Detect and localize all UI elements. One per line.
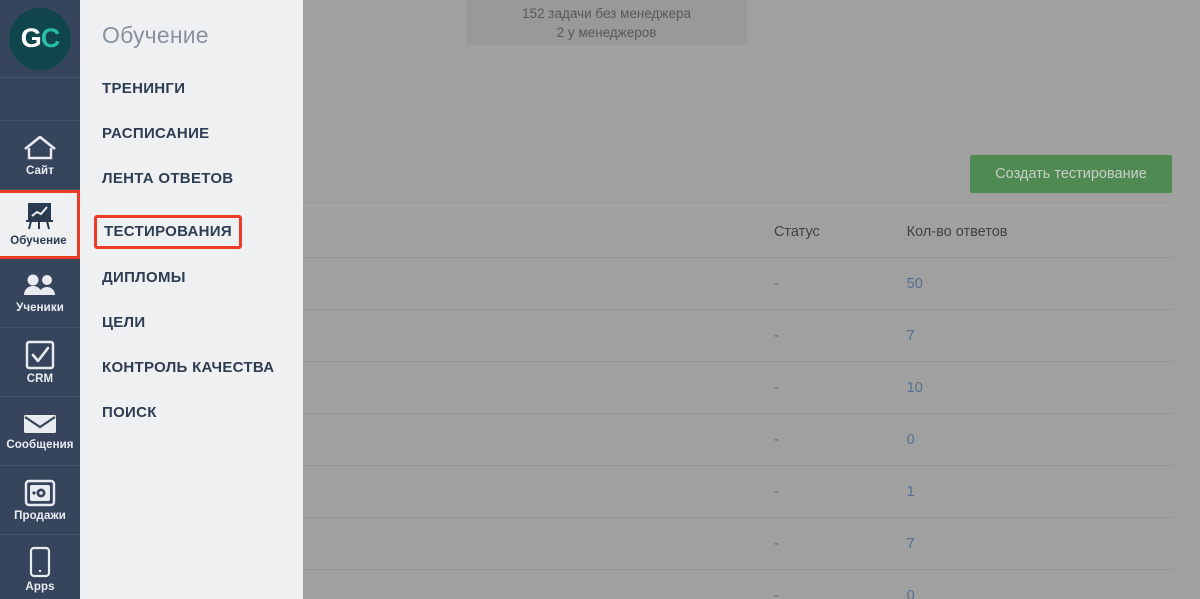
users-icon <box>22 273 58 299</box>
easel-chart-icon <box>22 202 56 232</box>
logo-circle: GC <box>9 7 71 70</box>
logo-letter-g: G <box>20 23 42 53</box>
tasks-notification-badge[interactable]: 152 задачи без менеджера 2 у менеджеров <box>466 0 747 45</box>
logo-letter-c: C <box>40 23 60 53</box>
rail-item-crm[interactable]: CRM <box>0 328 80 397</box>
checkbox-icon <box>25 340 55 370</box>
app-logo[interactable]: GC <box>0 0 80 78</box>
rail-item-label: CRM <box>26 372 54 385</box>
cell-answer-count[interactable]: 7 <box>906 309 1172 362</box>
cell-status: - <box>773 569 907 599</box>
section-menu-panel: Обучение ТРЕНИНГИ РАСПИСАНИЕ ЛЕНТА ОТВЕТОВ… <box>80 0 303 599</box>
phone-icon <box>29 546 51 578</box>
cell-status: - <box>773 361 907 414</box>
primary-nav-rail: GC Сайт Обучение Ученики CRM Сообщения Продаж… <box>0 0 80 599</box>
rail-items-list: Сайт Обучение Ученики CRM Сообщения Продажи Ap… <box>0 121 80 599</box>
cell-answer-count[interactable]: 7 <box>906 517 1172 570</box>
cell-answer-count[interactable]: 1 <box>906 465 1172 518</box>
rail-item-label: Обучение <box>10 235 67 247</box>
cell-status: - <box>773 517 907 570</box>
menu-item-8[interactable]: ПОИСК <box>102 404 157 421</box>
notification-line-managers: 2 у менеджеров <box>556 24 657 40</box>
rail-item-label: Продажи <box>14 509 66 522</box>
rail-item-label: Ученики <box>16 301 64 314</box>
menu-panel-title: Обучение <box>102 22 209 48</box>
notification-line-unassigned: 152 задачи без менеджера <box>521 5 691 21</box>
rail-item-обучение[interactable]: Обучение <box>0 190 80 259</box>
cell-answer-count[interactable]: 10 <box>906 361 1172 414</box>
envelope-icon <box>22 412 58 436</box>
rail-item-ученики[interactable]: Ученики <box>0 259 80 328</box>
cell-status: - <box>773 413 907 466</box>
menu-item-7[interactable]: КОНТРОЛЬ КАЧЕСТВА <box>102 359 274 376</box>
column-header-status[interactable]: Статус <box>773 206 907 258</box>
menu-item-3[interactable]: ЛЕНТА ОТВЕТОВ <box>102 170 233 187</box>
rail-item-сайт[interactable]: Сайт <box>0 121 80 190</box>
menu-item-2[interactable]: РАСПИСАНИЕ <box>102 125 209 142</box>
menu-item-6[interactable]: ЦЕЛИ <box>102 314 145 331</box>
cell-status: - <box>773 309 907 362</box>
menu-item-1[interactable]: ТРЕНИНГИ <box>102 80 185 97</box>
cell-answer-count[interactable]: 0 <box>906 569 1172 599</box>
rail-item-продажи[interactable]: Продажи <box>0 466 80 535</box>
cell-status: - <box>773 465 907 518</box>
cell-status: - <box>773 257 907 310</box>
create-test-button[interactable]: Создать тестирование <box>970 155 1172 193</box>
rail-item-label: Apps <box>25 580 55 593</box>
rail-spacer <box>0 78 80 121</box>
rail-item-label: Сообщения <box>6 438 74 451</box>
safe-icon <box>24 479 56 507</box>
rail-item-сообщения[interactable]: Сообщения <box>0 397 80 466</box>
rail-item-label: Сайт <box>26 164 54 177</box>
menu-item-5[interactable]: ДИПЛОМЫ <box>102 269 186 286</box>
cell-answer-count[interactable]: 0 <box>906 413 1172 466</box>
cell-answer-count[interactable]: 50 <box>906 257 1172 310</box>
menu-items-list: ТРЕНИНГИ РАСПИСАНИЕ ЛЕНТА ОТВЕТОВ ТЕСТИРОВА… <box>94 80 303 449</box>
app-root: 152 задачи без менеджера 2 у менеджеров … <box>0 0 1200 599</box>
rail-item-apps[interactable]: Apps <box>0 535 80 599</box>
home-icon <box>23 134 57 162</box>
menu-item-4[interactable]: ТЕСТИРОВАНИЯ <box>94 215 242 249</box>
column-header-count[interactable]: Кол-во ответов <box>906 206 1172 258</box>
